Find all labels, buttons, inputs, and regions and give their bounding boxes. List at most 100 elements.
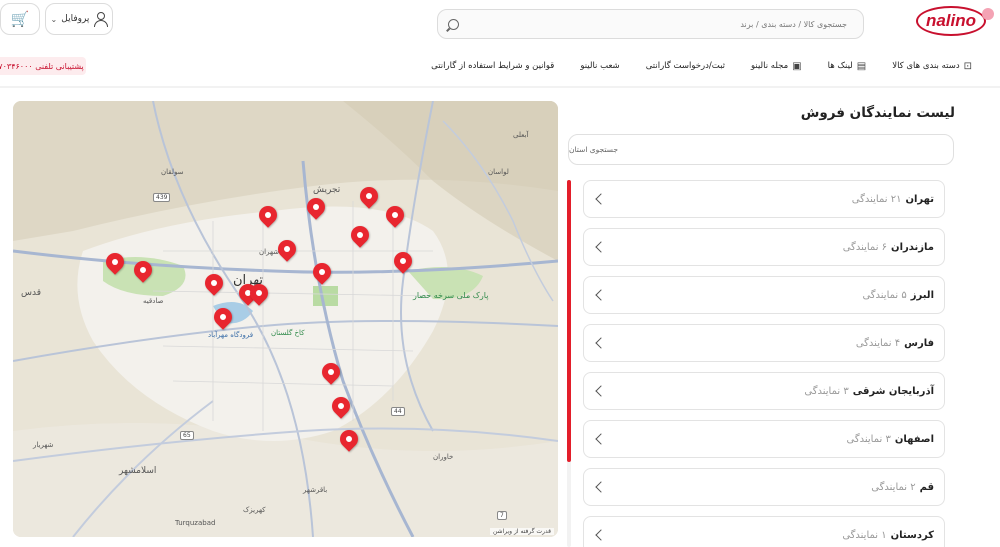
cart-button[interactable]: 🛒 <box>0 3 40 35</box>
chevron-down-icon: ⌄ <box>50 14 58 24</box>
profile-label: پروفایل <box>61 14 90 24</box>
dealer-marker[interactable] <box>390 248 416 280</box>
road-sign-44: 44 <box>391 407 405 416</box>
nav-item-label: مجله نالینو <box>751 61 789 71</box>
road-sign-439: 439 <box>153 193 171 202</box>
search-placeholder: جستجوی کالا / دسته بندی / برند <box>740 19 847 29</box>
province-name: اصفهان <box>894 433 934 445</box>
map-label-turqozabad: Turquzabad <box>175 519 216 527</box>
nav-item-magazine[interactable]: ▣ مجله نالینو <box>751 61 802 72</box>
dealer-marker[interactable] <box>210 304 236 336</box>
nav-item-links[interactable]: ▤ لینک ها <box>828 61 867 72</box>
chevron-left-icon <box>595 481 607 493</box>
map-label-golestan: کاخ گلستان <box>271 329 305 337</box>
map-label-eslamshahr: اسلامشهر <box>119 466 157 476</box>
nav-item-label: ثبت/درخواست گارانتی <box>645 61 726 71</box>
map-label-shahran: شهران <box>259 248 280 256</box>
province-dealer-count: ۲۱ نمایندگی <box>851 193 902 205</box>
dealers-list-title: لیست نمایندگان فروش <box>800 105 955 121</box>
chevron-left-icon <box>595 241 607 253</box>
dealer-marker[interactable] <box>246 280 272 312</box>
nav-item-label: لینک ها <box>827 61 853 71</box>
search-icon <box>448 18 459 30</box>
dealer-marker[interactable] <box>347 222 373 254</box>
dealer-marker[interactable] <box>274 236 300 268</box>
chevron-left-icon <box>595 289 607 301</box>
province-item-alborz[interactable]: البرز۵ نمایندگی <box>583 276 945 314</box>
list-scrollbar-thumb[interactable] <box>567 180 571 462</box>
phone-support-badge[interactable]: پشتیبانی تلفنی ۷۰۳۴۶۰۰۰ <box>0 57 86 75</box>
dealer-marker[interactable] <box>318 359 344 391</box>
province-dealer-count: ۳ نمایندگی <box>846 433 891 445</box>
nav-item-categories[interactable]: ⊡ دسته بندی های کالا <box>892 61 972 72</box>
nav-item-warranty-request[interactable]: ثبت/درخواست گارانتی <box>646 61 725 71</box>
province-item-isfahan[interactable]: اصفهان۳ نمایندگی <box>583 420 945 458</box>
province-item-tehran[interactable]: تهران۲۱ نمایندگی <box>583 180 945 218</box>
logo-wordmark: nalino <box>916 6 986 36</box>
nav-item-warranty-terms[interactable]: قوانین و شرایط استفاده از گارانتی <box>431 61 554 71</box>
dealer-marker[interactable] <box>130 257 156 289</box>
chevron-left-icon <box>595 385 607 397</box>
province-dealer-count: ۳ نمایندگی <box>804 385 849 397</box>
province-name: کردستان <box>890 529 934 541</box>
province-name: البرز <box>910 289 934 301</box>
grid-icon: ▤ <box>856 60 867 72</box>
profile-button[interactable]: ⌄ پروفایل <box>45 3 113 35</box>
nav-item-branches[interactable]: شعب نالینو <box>580 61 619 71</box>
map-label-tajrish: تجریش <box>313 185 341 195</box>
dealer-marker[interactable] <box>255 202 281 234</box>
province-name: قم <box>919 481 934 493</box>
nalino-logo[interactable]: nalino <box>916 6 994 38</box>
dealer-marker[interactable] <box>336 426 362 458</box>
main-content: تهران تجریش قدس اسلامشهر شهران لواسان سو… <box>0 88 1000 547</box>
chevron-left-icon <box>595 193 607 205</box>
logo-dot-icon <box>982 8 994 20</box>
map-base <box>13 101 558 537</box>
province-item-fars[interactable]: فارس۴ نمایندگی <box>583 324 945 362</box>
road-sign-65: 65 <box>180 431 194 440</box>
province-list: تهران۲۱ نمایندگی مازندران۶ نمایندگی البر… <box>583 180 945 547</box>
chevron-left-icon <box>595 433 607 445</box>
province-item-qom[interactable]: قم۲ نمایندگی <box>583 468 945 506</box>
province-name: فارس <box>904 337 934 349</box>
nav-item-label: دسته بندی های کالا <box>892 61 960 71</box>
province-dealer-count: ۱ نمایندگی <box>842 529 887 541</box>
product-search-input[interactable]: جستجوی کالا / دسته بندی / برند <box>437 9 864 39</box>
nav-item-label: شعب نالینو <box>580 61 620 71</box>
user-icon <box>93 12 109 27</box>
dealer-marker[interactable] <box>382 202 408 234</box>
map-label-baqershahr: باقرشهر <box>303 486 328 494</box>
dealer-marker[interactable] <box>328 393 354 425</box>
chevron-left-icon <box>595 529 607 541</box>
map-label-lavasan: لواسان <box>488 168 509 176</box>
province-item-kurdistan[interactable]: کردستان۱ نمایندگی <box>583 516 945 547</box>
road-sign-7: 7 <box>497 511 507 520</box>
dealers-map[interactable]: تهران تجریش قدس اسلامشهر شهران لواسان سو… <box>13 101 558 537</box>
dealer-marker[interactable] <box>309 259 335 291</box>
dealer-marker[interactable] <box>356 183 382 215</box>
map-label-qods: قدس <box>21 288 42 298</box>
chevron-left-icon <box>595 337 607 349</box>
site-header: nalino جستجوی کالا / دسته بندی / برند ⌄ … <box>0 0 1000 86</box>
map-attribution: قدرت گرفته از ویراشن <box>489 528 554 535</box>
map-label-kahrizak: کهریزک <box>243 506 266 514</box>
province-dealer-count: ۴ نمایندگی <box>855 337 901 349</box>
map-label-ab-ali: آبعلی <box>513 131 529 139</box>
province-search-input[interactable]: جستجوی استان <box>568 134 954 165</box>
map-label-sadeghieh: صادقیه <box>143 297 164 305</box>
nav-item-label: قوانین و شرایط استفاده از گارانتی <box>431 61 555 71</box>
province-item-east-azerbaijan[interactable]: آذربایجان شرقی۳ نمایندگی <box>583 372 945 410</box>
main-nav: ⊡ دسته بندی های کالا ▤ لینک ها ▣ مجله نا… <box>405 57 972 75</box>
province-dealer-count: ۵ نمایندگی <box>862 289 907 301</box>
province-name: تهران <box>905 193 934 205</box>
newspaper-icon: ▣ <box>792 60 802 72</box>
province-name: مازندران <box>891 241 934 253</box>
dealer-marker[interactable] <box>102 249 128 281</box>
dealer-marker[interactable] <box>201 270 227 302</box>
province-item-mazandaran[interactable]: مازندران۶ نمایندگی <box>583 228 945 266</box>
map-label-pakdasht: خاوران <box>433 453 454 461</box>
cart-icon: 🛒 <box>10 10 30 28</box>
dealer-marker[interactable] <box>303 194 329 226</box>
map-label-sorkheh-hesar: پارک ملی سرخه حصار <box>413 291 489 300</box>
gift-icon: ⊡ <box>963 60 972 72</box>
